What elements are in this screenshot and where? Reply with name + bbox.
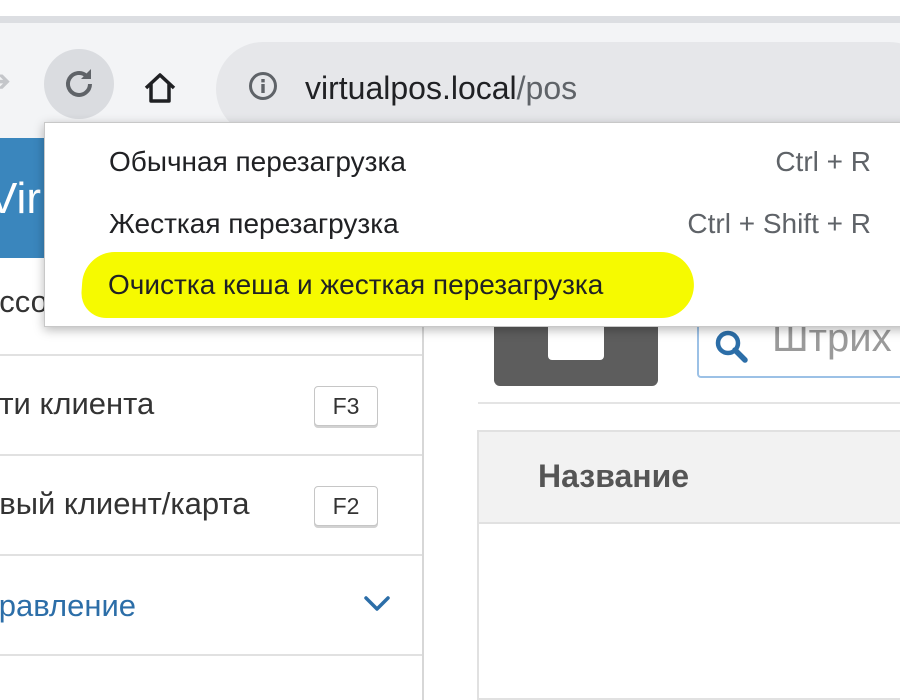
search-icon	[715, 330, 748, 363]
brand-header: Vir	[0, 138, 44, 258]
brand-logo-text: Vir	[0, 174, 41, 223]
menu-item-empty-cache-hard-reload[interactable]: Очистка кеша и жесткая перезагрузка	[44, 256, 900, 318]
reload-button[interactable]	[44, 49, 114, 119]
shortcut-key-badge: F2	[314, 486, 378, 526]
sidebar-item-label: ассо	[0, 284, 48, 319]
menu-item-normal-reload[interactable]: Обычная перезагрузка Ctrl + R	[45, 133, 900, 195]
menu-item-shortcut: Ctrl + R	[775, 146, 871, 177]
info-circle-icon	[249, 72, 277, 100]
sidebar-item-management[interactable]: правление	[0, 556, 422, 656]
home-button[interactable]	[136, 64, 184, 112]
menu-item-label: Обычная перезагрузка	[109, 146, 406, 177]
sidebar-item-label: овый клиент/карта	[0, 486, 250, 521]
tab-strip-edge	[0, 16, 900, 23]
sidebar-item-new-client[interactable]: овый клиент/карта F2	[0, 456, 422, 556]
menu-item-shortcut: Ctrl + Shift + R	[687, 208, 871, 239]
chevron-down-icon[interactable]	[362, 592, 392, 616]
home-icon	[144, 73, 176, 103]
divider	[478, 402, 900, 404]
site-info-icon[interactable]	[247, 70, 279, 102]
sidebar-item-label: правление	[0, 588, 137, 623]
shortcut-key-badge: F3	[314, 386, 378, 426]
url-host: virtualpos.local	[305, 70, 517, 106]
url-path: /pos	[516, 70, 578, 106]
url-text[interactable]: virtualpos.local/pos	[305, 66, 577, 110]
menu-item-label: Очистка кеша и жесткая перезагрузка	[108, 269, 604, 300]
forward-button[interactable]: ➔	[0, 62, 16, 102]
sidebar-item-label: йти клиента	[0, 386, 155, 421]
column-header-name: Название	[538, 458, 690, 494]
reload-icon	[66, 69, 92, 97]
sidebar-item-find-client[interactable]: йти клиента F3	[0, 356, 422, 456]
arrow-right-icon: ➔	[0, 65, 11, 98]
menu-item-hard-reload[interactable]: Жесткая перезагрузка Ctrl + Shift + R	[45, 195, 900, 257]
menu-item-label: Жесткая перезагрузка	[109, 208, 399, 239]
